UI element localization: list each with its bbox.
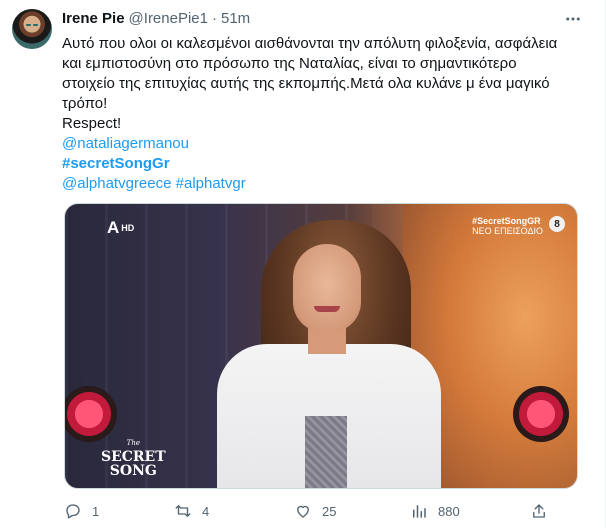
show-logo-line2: SONG xyxy=(109,463,157,479)
tweet-text-line: τρόπο! xyxy=(62,95,108,112)
views-button[interactable]: 880 xyxy=(410,500,460,522)
tweet-text-line: και εμπιστοσύνη στο πρόσωπο της Ναταλίας… xyxy=(62,55,517,72)
author-name[interactable]: Irene Pie xyxy=(62,9,125,29)
retweet-button[interactable]: 4 xyxy=(174,500,209,522)
share-button[interactable] xyxy=(530,500,548,522)
author-handle[interactable]: @IrenePie1 xyxy=(129,9,208,29)
channel-quality: HD xyxy=(121,223,135,233)
hashtag-link-bold[interactable]: #secretSongGr xyxy=(62,155,170,172)
like-button[interactable]: 25 xyxy=(294,500,336,522)
reply-icon xyxy=(66,504,80,519)
host-top xyxy=(305,416,347,488)
tweet-text: Αυτό που ολοι οι καλεσμένοι αισθάνονται … xyxy=(62,34,592,194)
tweet-media-image[interactable]: A HD #SecretSongGR ΝΕΟ ΕΠΕΙΣΟΔΙΟ 8 The S… xyxy=(64,203,578,489)
more-horizontal-icon[interactable] xyxy=(563,9,583,29)
age-rating-badge: 8 xyxy=(549,216,565,232)
show-hashtag-overlay: #SecretSongGR ΝΕΟ ΕΠΕΙΣΟΔΙΟ xyxy=(472,216,543,236)
stage-light-right xyxy=(513,386,569,442)
author-avatar[interactable] xyxy=(12,9,52,49)
host-face xyxy=(293,244,361,332)
tweet-text-line: Respect! xyxy=(62,115,122,132)
show-hashtag: #SecretSongGR xyxy=(472,216,541,226)
tweet-actions: 1 4 25 880 xyxy=(62,500,582,522)
show-logo-small: The xyxy=(126,439,140,447)
tweet-header: Irene Pie @IrenePie1 · 51m xyxy=(62,9,250,29)
reply-count: 1 xyxy=(92,503,100,519)
views-icon xyxy=(413,505,426,518)
views-count: 880 xyxy=(438,503,460,519)
tweet-card[interactable]: Irene Pie @IrenePie1 · 51m Αυτό που ολοι… xyxy=(0,0,606,528)
share-icon xyxy=(533,504,545,518)
channel-logo-letter: A xyxy=(107,218,120,237)
channel-logo: A HD xyxy=(107,218,134,238)
retweet-icon xyxy=(175,505,191,517)
header-separator: · xyxy=(212,10,217,27)
avatar-eye-left xyxy=(26,24,31,26)
show-logo-line1: SECRET xyxy=(101,449,166,465)
tweet-timestamp[interactable]: 51m xyxy=(221,9,250,29)
like-icon xyxy=(297,505,309,518)
hashtag-link[interactable]: #alphatvgr xyxy=(176,175,246,192)
mention-link-channel[interactable]: @alphatvgreece xyxy=(62,175,171,192)
mention-link[interactable]: @nataliagermanou xyxy=(62,135,189,152)
avatar-eye-right xyxy=(33,24,38,26)
show-status: ΝΕΟ ΕΠΕΙΣΟΔΙΟ xyxy=(472,226,543,236)
like-count: 25 xyxy=(322,503,337,519)
host-mouth xyxy=(314,306,340,312)
show-logo: The SECRET SONG xyxy=(101,436,166,478)
tweet-text-line: Αυτό που ολοι οι καλεσμένοι αισθάνονται … xyxy=(62,35,558,52)
retweet-count: 4 xyxy=(202,503,210,519)
tweet-text-line: στοιχείο της επιτυχίας αυτής της εκπομπή… xyxy=(62,75,550,92)
reply-button[interactable]: 1 xyxy=(64,500,99,522)
